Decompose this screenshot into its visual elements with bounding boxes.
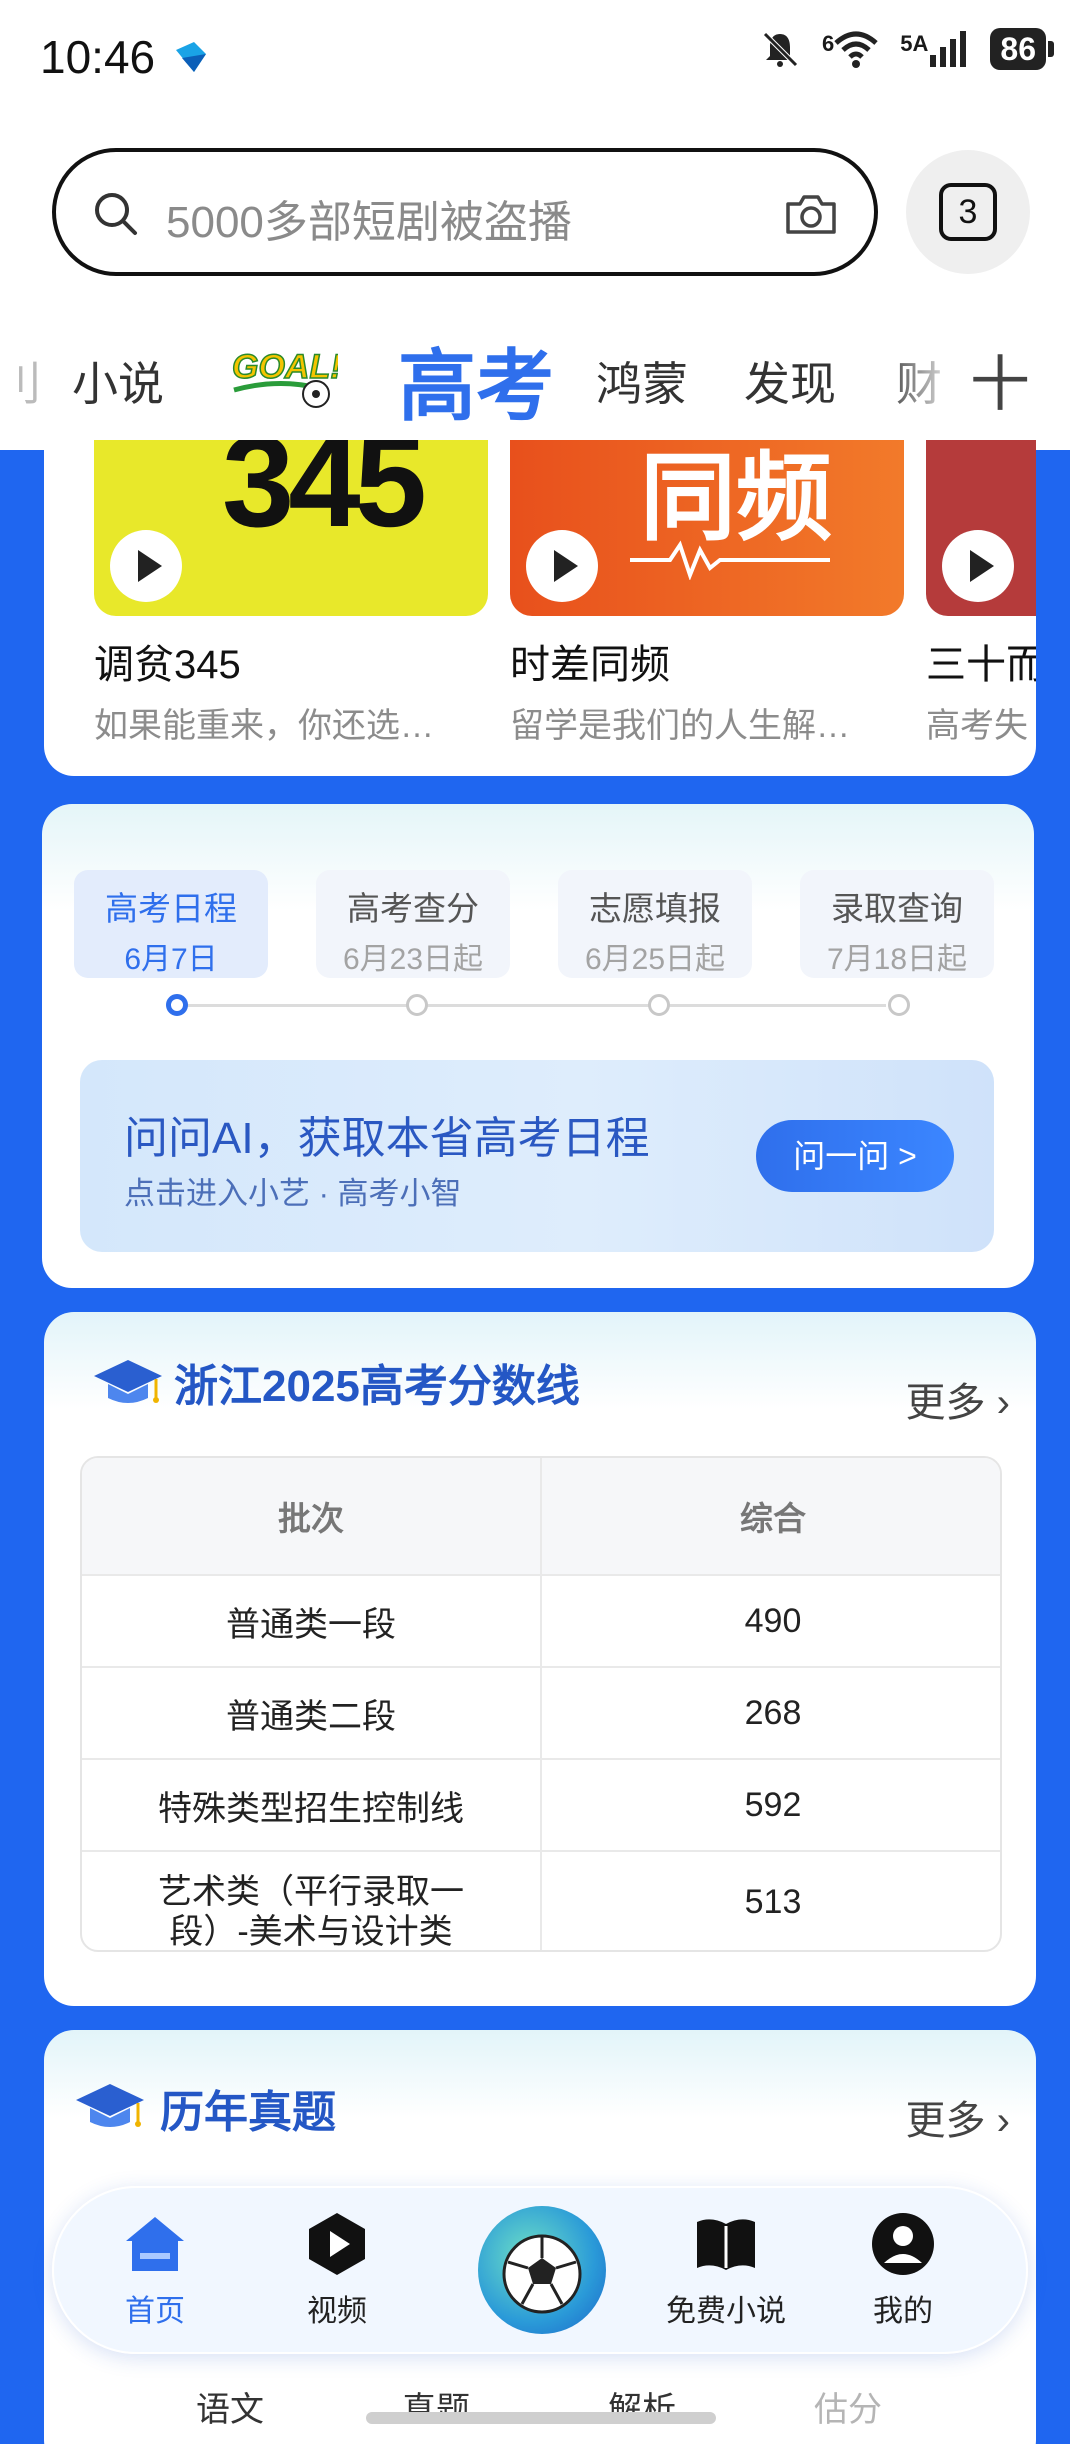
score-table: 批次 综合 普通类一段 490 普通类二段 268 特殊类型招生控制线 592 … bbox=[80, 1456, 1002, 1952]
table-header: 批次 综合 bbox=[82, 1458, 1000, 1576]
timeline-dot bbox=[406, 994, 428, 1016]
status-time: 10:46 bbox=[40, 31, 156, 83]
chevron-right-icon: › bbox=[996, 1381, 1010, 1425]
nav-video[interactable]: 视频 bbox=[262, 2208, 412, 2330]
table-row: 艺术类（平行录取一段）-美术与设计类 513 bbox=[82, 1852, 1000, 1950]
show-card[interactable]: 三十而 高考失 bbox=[926, 440, 1036, 747]
channel-partial[interactable]: 刂 bbox=[0, 348, 42, 414]
show-subtitle: 留学是我们的人生解… bbox=[510, 707, 850, 745]
step-score-query[interactable]: 高考查分 6月23日起 bbox=[316, 870, 510, 978]
ask-ai-banner[interactable]: 问问AI，获取本省高考日程 点击进入小艺 · 高考小智 问一问 > bbox=[80, 1060, 994, 1252]
tab-count-badge: 3 bbox=[939, 183, 997, 241]
search-row: 5000多部短剧被盗播 3 bbox=[0, 110, 1080, 300]
show-title: 调贫345 bbox=[94, 643, 241, 687]
status-bar: 10:46 6 5A 86 bbox=[0, 0, 1080, 110]
score-line-card: 浙江2025高考分数线 更多 › 批次 综合 普通类一段 490 普通类二段 2… bbox=[44, 1312, 1036, 2006]
step-admission-query[interactable]: 录取查询 7月18日起 bbox=[800, 870, 994, 978]
home-icon bbox=[126, 2217, 184, 2271]
channel-tabs: 刂 小说 GOAL! 高考 鸿蒙 发现 财 十 bbox=[0, 300, 1080, 450]
wifi-badge: 6 bbox=[822, 31, 835, 56]
timeline bbox=[176, 1004, 886, 1007]
search-input[interactable]: 5000多部短剧被盗播 bbox=[52, 148, 878, 276]
app-notification-icon bbox=[176, 42, 206, 72]
play-icon[interactable] bbox=[526, 530, 598, 602]
show-card[interactable]: 345 调贫345 如果能重来，你还选… bbox=[94, 440, 488, 747]
channel-gaokao[interactable]: 高考 bbox=[398, 324, 554, 436]
play-icon[interactable] bbox=[110, 530, 182, 602]
exam-sub-tabs: 语文 真题 解析 估分 bbox=[44, 2370, 1036, 2444]
tabs-button[interactable]: 3 bbox=[906, 150, 1030, 274]
bottom-navigation: 首页 视频 免费小说 我的 bbox=[52, 2186, 1028, 2354]
gaokao-schedule-card: 高考日程 6月7日 高考查分 6月23日起 志愿填报 6月25日起 录取查询 7… bbox=[42, 804, 1034, 1288]
show-card[interactable]: 同频 时差同频 留学是我们的人生解… bbox=[510, 440, 904, 747]
timeline-dot bbox=[648, 994, 670, 1016]
channel-harmony[interactable]: 鸿蒙 bbox=[596, 348, 688, 414]
tab-chinese[interactable]: 语文 bbox=[196, 2382, 264, 2431]
timeline-dot bbox=[888, 994, 910, 1016]
goal-event-icon[interactable]: GOAL! bbox=[228, 338, 338, 410]
svg-text:GOAL!: GOAL! bbox=[232, 348, 338, 386]
more-link[interactable]: 更多 › bbox=[906, 1370, 1010, 1428]
graduation-cap-icon bbox=[76, 2084, 144, 2127]
exams-card-title: 历年真题 bbox=[160, 2088, 336, 2137]
table-row: 普通类一段 490 bbox=[82, 1576, 1000, 1668]
camera-icon[interactable] bbox=[784, 190, 838, 238]
nav-home[interactable]: 首页 bbox=[80, 2208, 230, 2330]
more-link[interactable]: 更多 › bbox=[906, 2088, 1010, 2146]
soccer-ball-icon[interactable] bbox=[478, 2206, 606, 2334]
show-subtitle: 高考失 bbox=[926, 707, 1028, 745]
video-icon bbox=[309, 2213, 365, 2275]
step-gaokao-schedule[interactable]: 高考日程 6月7日 bbox=[74, 870, 268, 978]
step-volunteer-filing[interactable]: 志愿填报 6月25日起 bbox=[558, 870, 752, 978]
search-placeholder: 5000多部短剧被盗播 bbox=[166, 198, 572, 247]
timeline-dot bbox=[166, 994, 188, 1016]
chevron-right-icon: › bbox=[996, 2099, 1010, 2143]
tab-estimate[interactable]: 估分 bbox=[814, 2382, 882, 2431]
graduation-cap-icon bbox=[94, 1360, 162, 1403]
book-icon bbox=[697, 2219, 755, 2270]
nav-profile[interactable]: 我的 bbox=[828, 2208, 978, 2330]
show-cover: 345 bbox=[94, 440, 488, 616]
show-subtitle: 如果能重来，你还选… bbox=[94, 707, 434, 745]
add-channel-button[interactable]: 十 bbox=[970, 336, 1030, 423]
table-row: 普通类二段 268 bbox=[82, 1668, 1000, 1760]
ai-banner-title: 问问AI，获取本省高考日程 bbox=[124, 1114, 650, 1163]
mute-bell-icon bbox=[763, 32, 798, 67]
signal-icon bbox=[930, 31, 967, 67]
nav-free-novel[interactable]: 免费小说 bbox=[646, 2208, 806, 2330]
search-icon bbox=[95, 193, 137, 235]
channel-novel[interactable]: 小说 bbox=[72, 348, 164, 414]
wifi-icon bbox=[834, 31, 878, 68]
ai-banner-subtitle: 点击进入小艺 · 高考小智 bbox=[124, 1176, 462, 1211]
play-icon[interactable] bbox=[942, 530, 1014, 602]
show-title: 三十而 bbox=[926, 643, 1036, 687]
network-badge: 5A bbox=[900, 31, 929, 56]
home-indicator[interactable] bbox=[366, 2412, 716, 2424]
show-cover: 同频 bbox=[510, 440, 904, 616]
audio-shows-card: 345 调贫345 如果能重来，你还选… 同频 时差同频 留学是我们的人生解… … bbox=[44, 440, 1036, 776]
show-cover bbox=[926, 440, 1036, 616]
score-card-title: 浙江2025高考分数线 bbox=[174, 1362, 580, 1411]
profile-icon bbox=[872, 2213, 934, 2275]
show-title: 时差同频 bbox=[510, 643, 670, 687]
table-row: 特殊类型招生控制线 592 bbox=[82, 1760, 1000, 1852]
ask-button[interactable]: 问一问 > bbox=[756, 1120, 954, 1192]
battery-indicator: 86 bbox=[990, 28, 1054, 70]
channel-discover[interactable]: 发现 bbox=[744, 348, 836, 414]
